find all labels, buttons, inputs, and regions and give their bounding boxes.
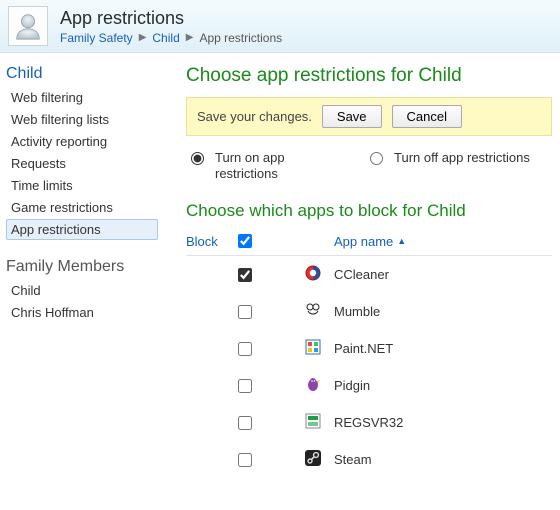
- cancel-button[interactable]: Cancel: [392, 105, 462, 128]
- app-name-label: Steam: [334, 452, 552, 467]
- table-row: Steam: [186, 441, 552, 478]
- column-header-app-name-label: App name: [334, 234, 393, 249]
- mumble-icon: [304, 301, 322, 319]
- sidebar-item-web-filtering-lists[interactable]: Web filtering lists: [6, 109, 158, 130]
- apps-subtitle: Choose which apps to block for Child: [186, 201, 552, 221]
- breadcrumb-child[interactable]: Child: [152, 31, 179, 45]
- block-checkbox-ccleaner[interactable]: [238, 268, 252, 282]
- radio-turn-off-label: Turn off app restrictions: [394, 150, 530, 166]
- sidebar-item-time-limits[interactable]: Time limits: [6, 175, 158, 196]
- avatar: [8, 6, 48, 46]
- sidebar-heading-child[interactable]: Child: [6, 65, 158, 83]
- sidebar-item-activity-reporting[interactable]: Activity reporting: [6, 131, 158, 152]
- block-checkbox-paintnet[interactable]: [238, 342, 252, 356]
- app-name-label: Paint.NET: [334, 341, 552, 356]
- block-checkbox-steam[interactable]: [238, 453, 252, 467]
- block-checkbox-pidgin[interactable]: [238, 379, 252, 393]
- sidebar-item-requests[interactable]: Requests: [6, 153, 158, 174]
- chevron-right-icon: ▶: [186, 32, 194, 43]
- table-row: Mumble: [186, 293, 552, 330]
- sidebar-item-app-restrictions[interactable]: App restrictions: [6, 219, 158, 240]
- restriction-toggle-group: Turn on app restrictions Turn off app re…: [186, 150, 552, 181]
- user-icon: [13, 11, 43, 41]
- main-title: Choose app restrictions for Child: [186, 65, 552, 87]
- apps-table-header: Block App name ▲: [186, 231, 552, 256]
- sort-ascending-icon: ▲: [397, 236, 406, 246]
- paintnet-icon: [304, 338, 322, 356]
- breadcrumb-current: App restrictions: [199, 31, 282, 45]
- table-row: Paint.NET: [186, 330, 552, 367]
- breadcrumb: Family Safety ▶ Child ▶ App restrictions: [60, 31, 282, 45]
- save-changes-message: Save your changes.: [197, 109, 312, 124]
- column-header-block[interactable]: Block: [186, 234, 234, 249]
- regsvr32-icon: [304, 412, 322, 430]
- block-checkbox-mumble[interactable]: [238, 305, 252, 319]
- sidebar-item-game-restrictions[interactable]: Game restrictions: [6, 197, 158, 218]
- radio-turn-off[interactable]: Turn off app restrictions: [365, 150, 530, 181]
- save-changes-bar: Save your changes. Save Cancel: [186, 97, 552, 136]
- table-row: Pidgin: [186, 367, 552, 404]
- page-title: App restrictions: [60, 8, 282, 29]
- radio-turn-on-input[interactable]: [191, 152, 204, 165]
- pidgin-icon: [304, 375, 322, 393]
- sidebar: Child Web filtering Web filtering lists …: [0, 53, 158, 478]
- app-name-label: REGSVR32: [334, 415, 552, 430]
- column-header-app-name[interactable]: App name ▲: [334, 234, 552, 249]
- sidebar-member-chris-hoffman[interactable]: Chris Hoffman: [6, 302, 158, 323]
- radio-turn-off-input[interactable]: [370, 152, 383, 165]
- save-button[interactable]: Save: [322, 105, 382, 128]
- ccleaner-icon: [304, 264, 322, 282]
- header: App restrictions Family Safety ▶ Child ▶…: [0, 0, 560, 53]
- app-name-label: Mumble: [334, 304, 552, 319]
- sidebar-heading-family-members: Family Members: [6, 258, 158, 276]
- app-name-label: Pidgin: [334, 378, 552, 393]
- breadcrumb-family-safety[interactable]: Family Safety: [60, 31, 133, 45]
- steam-icon: [304, 449, 322, 467]
- main-panel: Choose app restrictions for Child Save y…: [158, 53, 560, 478]
- chevron-right-icon: ▶: [139, 32, 147, 43]
- sidebar-item-web-filtering[interactable]: Web filtering: [6, 87, 158, 108]
- radio-turn-on[interactable]: Turn on app restrictions: [186, 150, 325, 181]
- block-checkbox-regsvr32[interactable]: [238, 416, 252, 430]
- radio-turn-on-label: Turn on app restrictions: [215, 150, 325, 181]
- sidebar-member-child[interactable]: Child: [6, 280, 158, 301]
- table-row: REGSVR32: [186, 404, 552, 441]
- table-row: CCleaner: [186, 256, 552, 293]
- app-name-label: CCleaner: [334, 267, 552, 282]
- select-all-checkbox[interactable]: [238, 234, 252, 248]
